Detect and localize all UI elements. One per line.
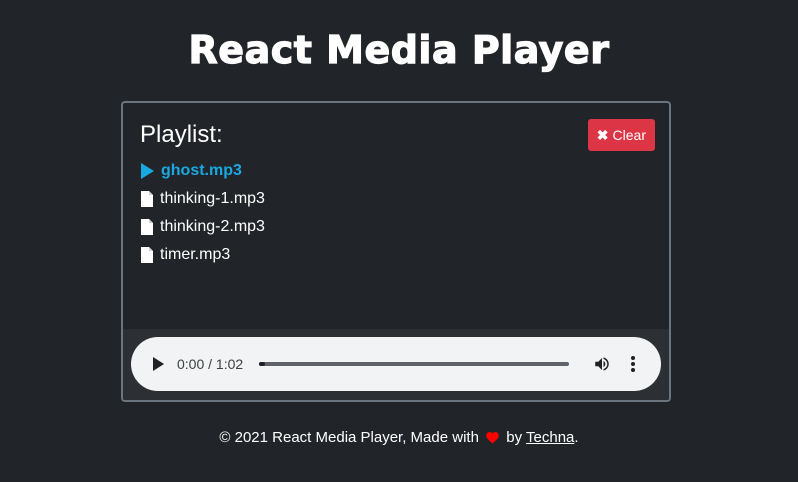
- playlist-heading: Playlist:: [140, 121, 223, 148]
- clear-button[interactable]: ✖ Clear: [587, 119, 655, 151]
- track-list: ghost.mp3 thinking-1.mp3 thinking-2.mp3 …: [139, 157, 265, 269]
- footer-prefix: © 2021 React Media Player, Made with: [219, 429, 479, 446]
- author-link[interactable]: Techna: [526, 429, 574, 446]
- more-options-button[interactable]: [624, 353, 642, 375]
- volume-button[interactable]: [591, 353, 613, 375]
- clear-button-label: Clear: [612, 127, 646, 143]
- footer-suffix: .: [574, 429, 579, 446]
- track-name: thinking-2.mp3: [160, 218, 265, 235]
- footer-by: by: [506, 429, 523, 446]
- track-item-thinking-2[interactable]: thinking-2.mp3: [139, 213, 265, 241]
- app-title: React Media Player: [188, 27, 610, 72]
- seek-slider[interactable]: [259, 362, 570, 366]
- x-icon: ✖: [596, 127, 609, 143]
- more-vert-icon: [631, 356, 636, 372]
- footer: © 2021 React Media Player, Made with by …: [0, 429, 798, 448]
- audio-player: 0:00 / 1:02: [131, 337, 661, 391]
- file-icon: [139, 219, 154, 235]
- track-name: ghost.mp3: [161, 162, 242, 179]
- track-item-timer[interactable]: timer.mp3: [139, 241, 265, 269]
- file-icon: [139, 247, 154, 263]
- player-bar: 0:00 / 1:02: [123, 329, 669, 400]
- play-icon: [139, 163, 154, 179]
- seek-progress: [259, 362, 266, 366]
- track-name: thinking-1.mp3: [160, 190, 265, 207]
- time-readout: 0:00 / 1:02: [177, 356, 244, 372]
- heart-icon: [485, 430, 500, 448]
- page: React Media Player Playlist: ✖ Clear gho…: [0, 0, 798, 482]
- play-icon: [153, 357, 164, 371]
- file-icon: [139, 191, 154, 207]
- play-button[interactable]: [148, 354, 168, 374]
- volume-icon: [595, 357, 609, 371]
- track-name: timer.mp3: [160, 246, 231, 263]
- player-card: Playlist: ✖ Clear ghost.mp3 thinking-1.m…: [121, 101, 671, 402]
- track-item-ghost[interactable]: ghost.mp3: [139, 157, 265, 185]
- track-item-thinking-1[interactable]: thinking-1.mp3: [139, 185, 265, 213]
